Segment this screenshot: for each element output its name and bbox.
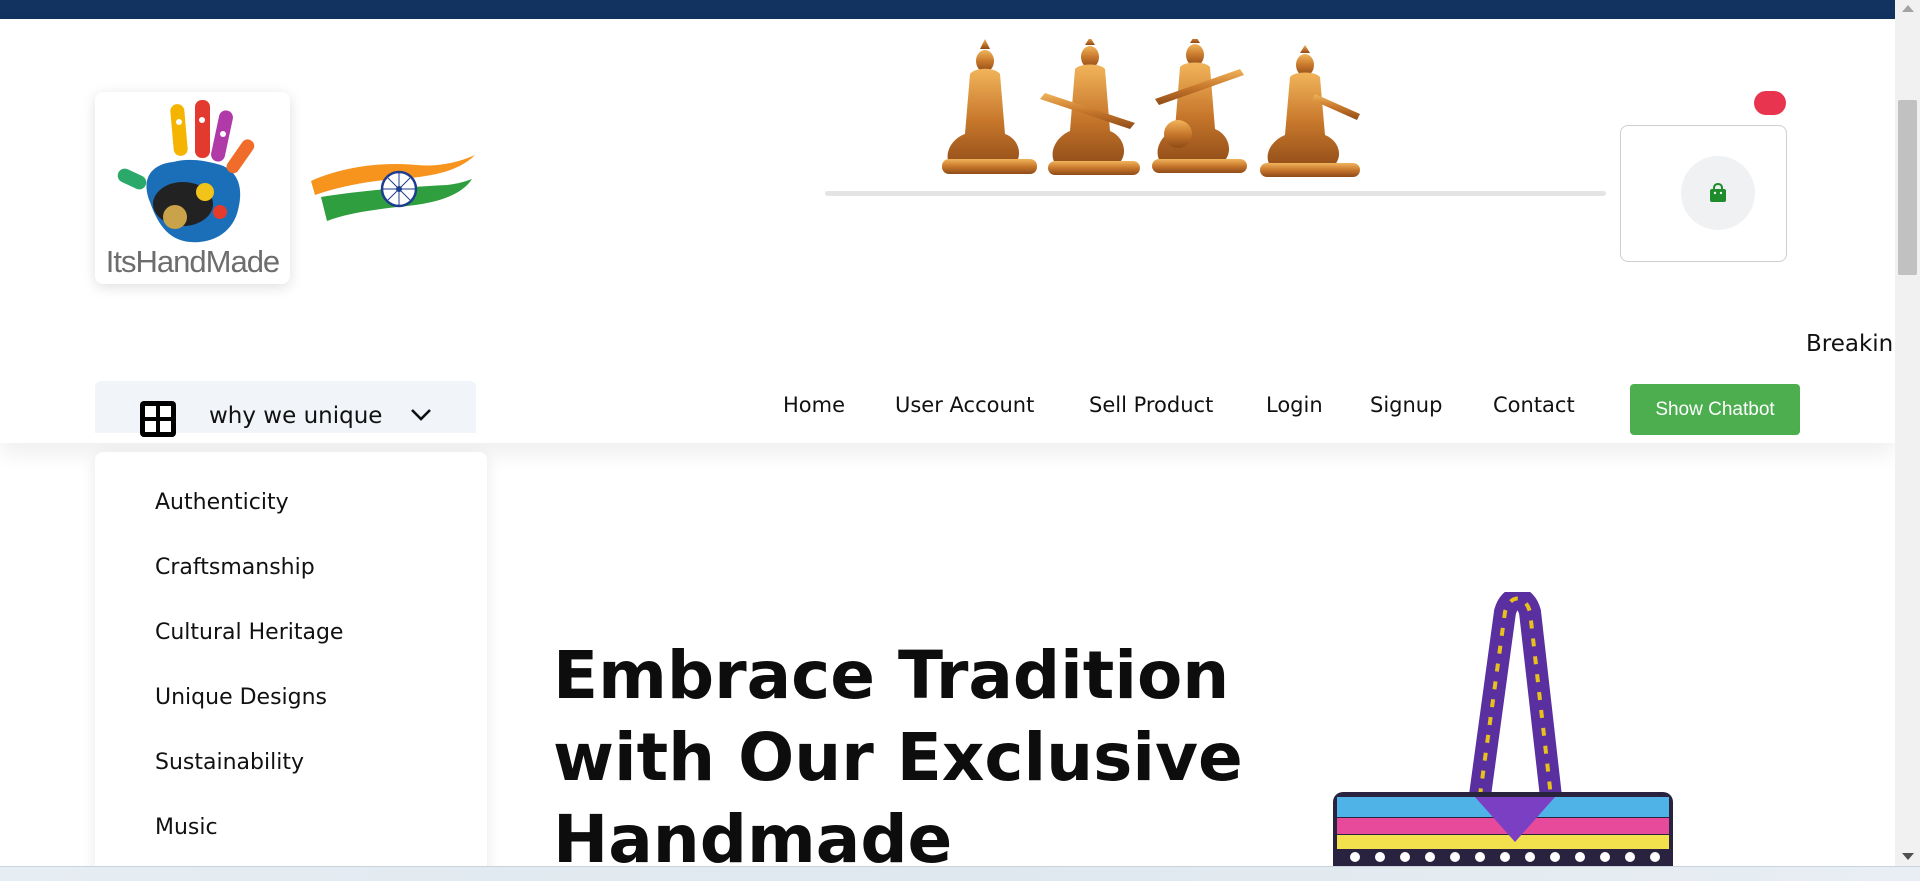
site-header: ItsHandMade Breakin why we unique Home U… [0, 19, 1895, 443]
cart-button[interactable] [1681, 156, 1755, 230]
cart-count-badge [1754, 91, 1786, 115]
logo-text: ItsHandMade [105, 244, 280, 279]
header-divider-line [825, 191, 1606, 196]
nav-user-account[interactable]: User Account [895, 393, 1034, 417]
dropdown-item-craftsmanship[interactable]: Craftsmanship [155, 555, 315, 580]
dropdown-item-unique-designs[interactable]: Unique Designs [155, 685, 327, 710]
dropdown-item-sustainability[interactable]: Sustainability [155, 750, 304, 775]
scroll-up-arrow-icon[interactable] [1902, 5, 1914, 12]
category-dropdown-menu: Authenticity Craftsmanship Cultural Heri… [95, 452, 487, 880]
news-ticker-text: Breakin [1806, 331, 1894, 357]
grid-icon [140, 401, 176, 437]
nav-sell-product[interactable]: Sell Product [1089, 393, 1213, 417]
india-flag-icon [311, 155, 475, 221]
os-taskbar-edge [0, 866, 1920, 881]
handmade-bag-image [1333, 592, 1673, 872]
chevron-down-icon [411, 409, 431, 421]
musician-statues-banner [942, 39, 1360, 177]
nav-home[interactable]: Home [783, 393, 845, 417]
top-accent-bar [0, 0, 1920, 19]
dropdown-item-music[interactable]: Music [155, 815, 218, 840]
nav-signup[interactable]: Signup [1370, 393, 1442, 417]
scroll-down-arrow-icon[interactable] [1902, 853, 1914, 860]
scrollbar-thumb[interactable] [1898, 100, 1917, 275]
page-scrollbar[interactable] [1895, 0, 1920, 866]
cart-widget[interactable] [1620, 125, 1787, 262]
handprint-logo-icon [117, 100, 255, 243]
nav-login[interactable]: Login [1266, 393, 1323, 417]
shopping-bag-icon [1710, 182, 1726, 202]
dropdown-item-cultural-heritage[interactable]: Cultural Heritage [155, 620, 343, 645]
category-dropdown-button[interactable]: why we unique [95, 381, 476, 437]
dropdown-item-authenticity[interactable]: Authenticity [155, 490, 289, 515]
site-logo[interactable]: ItsHandMade [95, 92, 290, 284]
nav-contact[interactable]: Contact [1493, 393, 1575, 417]
category-dropdown-label: why we unique [209, 403, 383, 429]
show-chatbot-button[interactable]: Show Chatbot [1630, 384, 1800, 435]
hero-title: Embrace Tradition with Our Exclusive Han… [553, 637, 1243, 878]
